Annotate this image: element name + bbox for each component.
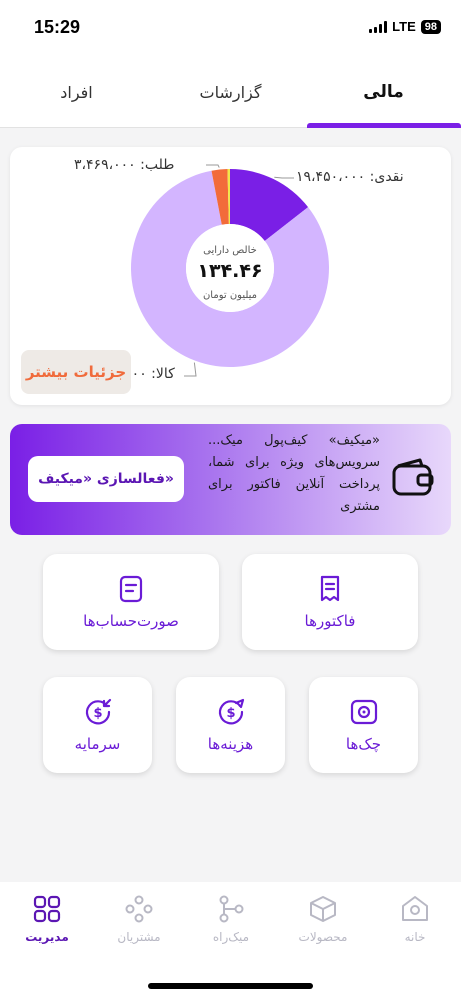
capital-tile[interactable]: $ سرمایه <box>43 677 152 773</box>
tab-financial[interactable]: مالی <box>307 56 460 128</box>
nav-mic-way-label: میک‌راه <box>212 930 250 944</box>
network-label: LTE <box>392 19 416 34</box>
tab-people[interactable]: افراد <box>0 56 153 128</box>
assets-chart-card: خالص دارایی ۱۳۴.۴۶ میلیون تومان نقدی: ۱۹… <box>10 147 451 405</box>
activate-wallet-button[interactable]: فعالسازی «میکیف» <box>28 456 184 502</box>
nav-products[interactable]: محصولات <box>277 894 369 944</box>
svg-text:$: $ <box>93 706 102 721</box>
status-bar: 15:29 LTE 98 <box>0 0 461 56</box>
top-tabs: افراد گزارشات مالی <box>0 56 461 128</box>
chart-center-value: ۱۳۴.۴۶ <box>197 260 263 282</box>
nav-management-label: مدیریت <box>25 930 69 944</box>
svg-text:$: $ <box>226 706 235 721</box>
nav-customers[interactable]: مشتریان <box>93 894 185 944</box>
expenses-label: هزینه‌ها <box>207 735 254 753</box>
grid-icon <box>33 895 61 923</box>
chart-center-title: خالص دارایی <box>203 245 257 256</box>
invoice-icon <box>320 575 340 602</box>
checks-tile[interactable]: چک‌ها <box>309 677 418 773</box>
invoices-label: فاکتورها <box>304 612 356 630</box>
nav-products-label: محصولات <box>298 930 348 944</box>
leader-line <box>184 362 197 377</box>
leader-line <box>206 164 220 168</box>
label-cash: نقدی: ۱۹،۴۵۰،۰۰۰ <box>296 169 404 185</box>
people-group-icon <box>125 895 153 923</box>
statement-icon <box>119 575 143 603</box>
invoices-tile[interactable]: فاکتورها <box>242 554 418 650</box>
nav-home[interactable]: خانه <box>369 894 461 944</box>
nav-management[interactable]: مدیریت <box>1 894 93 944</box>
tab-reports[interactable]: گزارشات <box>154 56 307 128</box>
capital-label: سرمایه <box>74 735 121 753</box>
battery-icon: 98 <box>420 19 441 34</box>
nav-home-label: خانه <box>404 930 426 944</box>
expense-dollar-icon: $ <box>218 698 244 725</box>
checks-label: چک‌ها <box>345 735 382 753</box>
nav-mic-way[interactable]: میک‌راه <box>185 894 277 944</box>
nav-customers-label: مشتریان <box>117 930 161 944</box>
route-icon <box>219 895 244 923</box>
label-receivables: طلب: ۳،۴۶۹،۰۰۰ <box>74 157 175 173</box>
statements-tile[interactable]: صورت‌حساب‌ها <box>43 554 219 650</box>
chart-center-unit: میلیون تومان <box>202 290 258 301</box>
home-indicator <box>148 983 313 989</box>
leader-line <box>274 176 294 179</box>
home-icon <box>402 896 428 921</box>
statements-label: صورت‌حساب‌ها <box>83 612 179 630</box>
wallet-description: «میکیف» کیف‌پول میک... سرویس‌های ویژه بر… <box>208 433 380 514</box>
box-icon <box>310 896 336 922</box>
more-details-button[interactable]: جزئیات بیشتر <box>21 350 131 394</box>
status-time: 15:29 <box>34 17 81 37</box>
wallet-banner: فعالسازی «میکیف» «میکیف» کیف‌پول میک... … <box>10 424 451 535</box>
active-tab-indicator <box>307 123 461 128</box>
check-icon <box>350 699 377 725</box>
capital-dollar-icon: $ <box>85 698 111 725</box>
expenses-tile[interactable]: $ هزینه‌ها <box>176 677 285 773</box>
status-icons: LTE 98 <box>369 19 441 34</box>
signal-icon <box>369 20 388 33</box>
wallet-icon <box>392 458 434 496</box>
